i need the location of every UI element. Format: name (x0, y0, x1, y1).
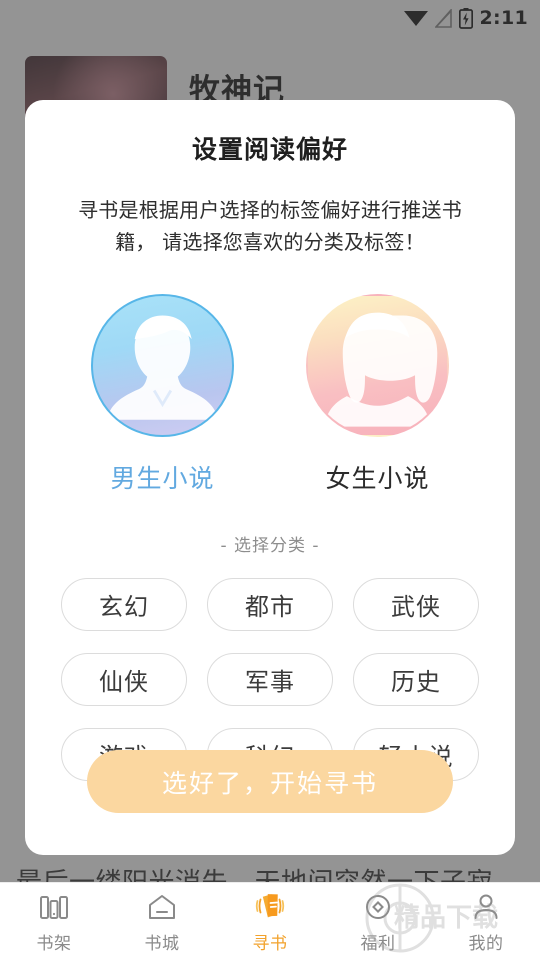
modal-title: 设置阅读偏好 (191, 135, 348, 164)
coin-icon (366, 894, 390, 919)
modal-description: 寻书是根据用户选择的标签偏好进行推送书籍， 请选择您喜欢的分类及标签！ (78, 198, 462, 254)
nav-label-mine: 我的 (468, 933, 504, 954)
reading-preference-modal: 设置阅读偏好 寻书是根据用户选择的标签偏好进行推送书籍， 请选择您喜欢的分类及标… (25, 100, 515, 855)
category-chip[interactable]: 军事 (207, 653, 333, 706)
nav-item-bookstore[interactable]: 书城 (108, 883, 216, 960)
nav-label-bookstore: 书城 (144, 933, 180, 954)
nav-item-welfare[interactable]: 福利 (324, 883, 432, 960)
female-avatar-icon (306, 294, 449, 437)
home-icon (149, 894, 175, 919)
category-chip[interactable]: 玄幻 (61, 578, 187, 631)
category-chip[interactable]: 武侠 (353, 578, 479, 631)
nav-label-find-book: 寻书 (252, 933, 288, 954)
category-chip[interactable]: 都市 (207, 578, 333, 631)
gender-label-female: 女生小说 (325, 464, 430, 493)
nav-item-mine[interactable]: 我的 (432, 883, 540, 960)
gender-selector: 男生小说 女生小说 (25, 294, 515, 495)
male-avatar-icon (91, 294, 234, 437)
category-chip[interactable]: 历史 (353, 653, 479, 706)
nav-item-bookshelf[interactable]: 书架 (0, 883, 108, 960)
bookshelf-icon (40, 895, 68, 919)
gender-option-female[interactable]: 女生小说 (306, 294, 449, 495)
start-search-button[interactable]: 选好了，开始寻书 (87, 750, 453, 813)
bottom-navigation: 书架 书城 寻书 福利 我的 (0, 882, 540, 960)
nav-label-welfare: 福利 (360, 933, 396, 954)
person-icon (474, 894, 498, 919)
gender-label-male: 男生小说 (110, 464, 215, 493)
nav-label-bookshelf: 书架 (36, 933, 72, 954)
category-chip[interactable]: 仙侠 (61, 653, 187, 706)
category-heading: - 选择分类 - (220, 536, 320, 556)
nav-item-find-book[interactable]: 寻书 (216, 883, 324, 960)
find-book-icon (255, 893, 285, 917)
gender-option-male[interactable]: 男生小说 (91, 294, 234, 495)
app-screen: 2:11 牧神记 最后一缕阳光消失，天地间突然一下子寂 设置阅读偏好 寻书是根据… (0, 0, 540, 960)
